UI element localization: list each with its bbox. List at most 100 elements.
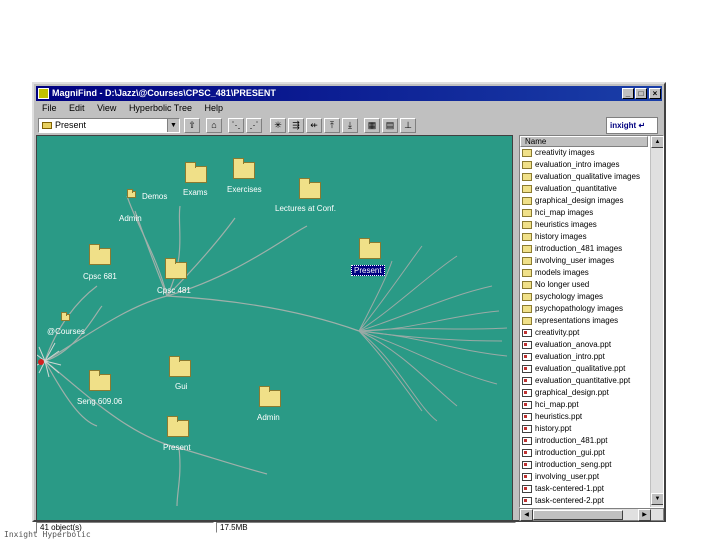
orient-right-icon[interactable]: ⇶ (288, 118, 304, 133)
ppt-file-icon (522, 365, 532, 373)
tree-node-label[interactable]: Present (163, 443, 191, 452)
root-node-label[interactable]: @Courses (47, 327, 85, 336)
list-item[interactable]: psychology images (520, 291, 648, 303)
list-item-label: heuristics images (535, 220, 597, 229)
maximize-button[interactable]: □ (635, 88, 647, 99)
orient-up-icon[interactable]: ⤒ (324, 118, 340, 133)
scroll-right-icon[interactable]: ▶ (638, 509, 651, 521)
details-view-icon[interactable]: ▤ (382, 118, 398, 133)
list-item-label: psychopathology images (535, 304, 624, 313)
tree-node-label[interactable]: Lectures at Conf. (275, 204, 336, 213)
list-item-label: introduction_481.ppt (535, 436, 608, 445)
vertical-scrollbar[interactable]: ▲ ▼ (650, 136, 663, 507)
folder-icon (259, 386, 281, 407)
list-item[interactable]: evaluation_quantitative (520, 183, 648, 195)
list-item[interactable]: hci_map images (520, 207, 648, 219)
grid-view-icon[interactable]: ▦ (364, 118, 380, 133)
sort-icon[interactable]: ⊥ (400, 118, 416, 133)
menu-edit[interactable]: Edit (69, 103, 85, 113)
home-icon[interactable]: ⌂ (206, 118, 222, 133)
list-item[interactable]: evaluation_qualitative.ppt (520, 363, 648, 375)
orient-down-icon[interactable]: ⤓ (342, 118, 358, 133)
menu-bar: File Edit View Hyperbolic Tree Help (36, 102, 662, 115)
scroll-up-icon[interactable]: ▲ (651, 136, 663, 148)
list-item[interactable]: history.ppt (520, 423, 648, 435)
folder-icon (89, 370, 111, 391)
list-item[interactable]: introduction_481.ppt (520, 435, 648, 447)
list-item[interactable]: heuristics.ppt (520, 411, 648, 423)
scroll-down-icon[interactable]: ▼ (651, 493, 663, 505)
menu-file[interactable]: File (42, 103, 57, 113)
list-item[interactable]: creativity.ppt (520, 327, 648, 339)
tree-node-label[interactable]: Demos (142, 192, 167, 201)
folder-icon (127, 189, 136, 198)
hyperbolic-tree-canvas[interactable]: Admin Demos Exams Exercises Lectures at … (36, 135, 513, 521)
list-item[interactable]: involving_user images (520, 255, 648, 267)
scroll-thumb[interactable] (533, 510, 623, 520)
list-item[interactable]: introduction_gui.ppt (520, 447, 648, 459)
tree-node-label[interactable]: Cpsc 481 (157, 286, 191, 295)
list-item[interactable]: task-centered-1.ppt (520, 483, 648, 495)
menu-hyperbolic-tree[interactable]: Hyperbolic Tree (129, 103, 192, 113)
tree-node-label[interactable]: Gui (175, 382, 187, 391)
list-item-label: representations images (535, 316, 619, 325)
tree-node-label[interactable]: Seng 609.06 (77, 397, 122, 406)
list-item[interactable]: evaluation_qualitative images (520, 171, 648, 183)
folder-icon (522, 269, 532, 277)
expand-tree-icon[interactable]: ⋰ (246, 118, 262, 133)
folder-icon (185, 162, 207, 183)
list-item[interactable]: creativity images (520, 147, 648, 159)
chevron-down-icon[interactable]: ▼ (167, 119, 179, 132)
title-bar[interactable]: MagniFind - D:\Jazz\@Courses\CPSC_481\PR… (36, 86, 662, 101)
list-item-label: introduction_481 images (535, 244, 623, 253)
folder-icon (522, 161, 532, 169)
list-item[interactable]: task-centered-2.ppt (520, 495, 648, 507)
list-item[interactable]: graphical_design images (520, 195, 648, 207)
tree-node-label[interactable]: Cpsc 681 (83, 272, 117, 281)
list-item[interactable]: psychopathology images (520, 303, 648, 315)
folder-icon (522, 305, 532, 313)
scroll-left-icon[interactable]: ◀ (520, 509, 533, 521)
close-button[interactable]: × (649, 88, 661, 99)
menu-help[interactable]: Help (204, 103, 223, 113)
list-item[interactable]: graphical_design.ppt (520, 387, 648, 399)
menu-view[interactable]: View (97, 103, 116, 113)
list-item[interactable]: evaluation_quantitative.ppt (520, 375, 648, 387)
tree-node-label[interactable]: Admin (119, 214, 142, 223)
file-list-panel: Name creativity images evaluation_intro i… (519, 135, 664, 508)
open-folder-icon (359, 238, 381, 259)
list-item[interactable]: evaluation_intro images (520, 159, 648, 171)
list-item[interactable]: involving_user.ppt (520, 471, 648, 483)
folder-icon (89, 244, 111, 265)
tree-node-label[interactable]: Exercises (227, 185, 262, 194)
folder-icon (522, 317, 532, 325)
list-item[interactable]: representations images (520, 315, 648, 327)
list-item[interactable]: history images (520, 231, 648, 243)
tree-node-label[interactable]: Admin (257, 413, 280, 422)
column-header-name[interactable]: Name (520, 136, 648, 147)
list-item-label: hci_map images (535, 208, 594, 217)
location-combo[interactable]: Present ▼ (38, 118, 180, 133)
ppt-file-icon (522, 341, 532, 349)
list-item[interactable]: hci_map.ppt (520, 399, 648, 411)
list-item[interactable]: No longer used (520, 279, 648, 291)
ppt-file-icon (522, 353, 532, 361)
horizontal-scrollbar[interactable]: ◀ ▶ (519, 508, 664, 521)
list-item[interactable]: models images (520, 267, 648, 279)
list-item[interactable]: introduction_seng.ppt (520, 459, 648, 471)
orient-left-icon[interactable]: ⇷ (306, 118, 322, 133)
list-item-label: graphical_design images (535, 196, 624, 205)
minimize-button[interactable]: _ (622, 88, 634, 99)
list-item[interactable]: heuristics images (520, 219, 648, 231)
tree-layout-icon[interactable]: ⋱ (228, 118, 244, 133)
selected-node-label[interactable]: Present (351, 265, 385, 276)
up-folder-icon[interactable]: ⇧ (184, 118, 200, 133)
list-item[interactable]: evaluation_anova.ppt (520, 339, 648, 351)
list-item-label: history.ppt (535, 424, 572, 433)
list-item[interactable]: evaluation_intro.ppt (520, 351, 648, 363)
file-list: creativity images evaluation_intro images… (520, 147, 663, 507)
tree-node-label[interactable]: Exams (183, 188, 207, 197)
folder-icon (522, 257, 532, 265)
radial-view-icon[interactable]: ✳ (270, 118, 286, 133)
list-item[interactable]: introduction_481 images (520, 243, 648, 255)
